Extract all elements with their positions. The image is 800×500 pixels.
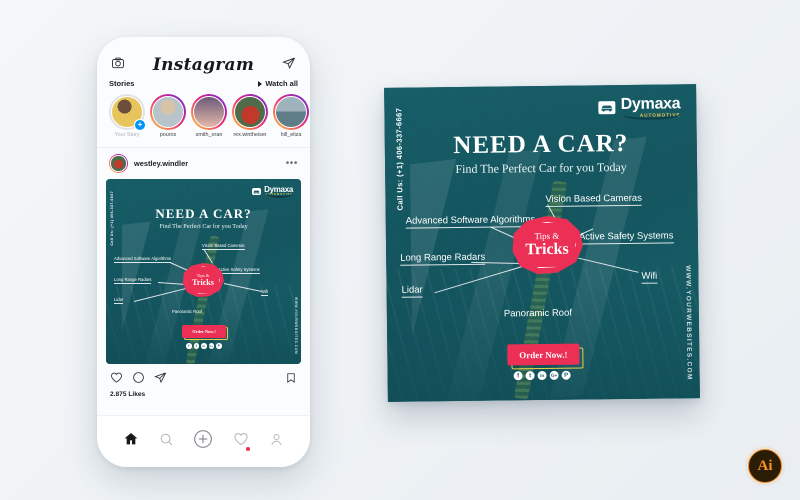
activity-icon[interactable] [233,431,251,452]
story-item-your-story[interactable]: + Your Story [109,94,146,138]
story-item-rex-wintheiser[interactable]: rex.wintheiser [232,94,268,138]
cta-container: Order Now.! [182,325,228,340]
stories-header: Stories Watch all [109,79,298,88]
likes-count: 2.875 Likes [110,391,146,398]
twitter-icon[interactable]: t [525,371,535,381]
story-name: rex.wintheiser [233,132,267,138]
phone-screen: Instagram Stories Watch all + Your Story… [97,37,310,467]
label-vision-based-cameras: Vision Based Cameras [545,192,643,207]
label-lidar: Lidar [401,284,423,298]
notification-dot [246,447,251,451]
bookmark-icon[interactable] [285,371,297,389]
social-icons: f t in G+ P [186,343,222,349]
watch-all-label: Watch all [265,79,298,88]
story-name: hill_eliza [280,132,302,138]
instagram-header: Instagram [97,37,310,75]
post-actions [97,364,310,391]
poster-large: Call Us: (+1) 406-337-6667 WWW.YOURWEBSI… [384,84,700,402]
label-lidar: Lidar [114,297,124,304]
label-long-range-radars: Long Range Radars [400,251,486,266]
label-wifi: Wifi [261,289,268,296]
social-icons: f t in G+ P [513,370,571,381]
label-wifi: Wifi [641,270,658,284]
brand-name: Dymaxa [620,95,681,114]
pinterest-icon[interactable]: P [561,370,571,380]
post-media[interactable]: Call Us: (+1) 406-337-6667 WWW.YOURWEBSI… [106,179,301,364]
heart-icon[interactable] [110,371,123,389]
label-panoramic-roof: Panoramic Roof [172,309,203,314]
avatar[interactable] [109,154,128,173]
play-triangle-icon [258,80,263,87]
car-icon [598,101,616,115]
badge-line-2: Tricks [525,240,569,259]
label-active-safety-systems: Active Safety Systems [578,230,674,245]
add-story-icon[interactable]: + [134,119,146,131]
watch-all-button[interactable]: Watch all [258,79,298,88]
story-avatar [152,96,184,128]
label-panoramic-roof: Panoramic Roof [503,307,573,320]
stories-label: Stories [109,79,135,88]
label-vision-based-cameras: Vision Based Cameras [202,243,245,250]
label-advanced-software-algorithms: Advanced Software Algorithms [114,256,172,263]
story-name: Your Story [114,132,140,138]
googleplus-icon[interactable]: G+ [549,370,559,380]
comment-icon[interactable] [132,371,145,389]
pinterest-icon[interactable]: P [216,343,222,349]
share-icon[interactable] [154,371,167,389]
story-ring [232,94,268,130]
story-item-smith-oran[interactable]: smith_oran [191,94,227,138]
search-icon[interactable] [159,432,174,452]
website-vertical: WWW.YOURWEBSITES.COM [294,296,298,354]
linkedin-icon[interactable]: in [201,343,207,349]
phone-mockup: Instagram Stories Watch all + Your Story… [97,37,310,467]
story-ring: + [109,94,146,131]
story-ring [191,94,227,130]
facebook-icon[interactable]: f [513,371,523,381]
story-ring [273,94,309,130]
instagram-logo: Instagram [152,55,255,75]
story-ring [150,94,186,130]
facebook-icon[interactable]: f [186,343,192,349]
order-now-button[interactable]: Order Now.! [507,343,580,366]
story-avatar [275,96,307,128]
brand-logo: Dymaxa AUTOMOTIVE [598,95,681,120]
badge-line-2: Tricks [192,278,214,287]
bottom-navigation [97,415,310,467]
poster-title: NEED A CAR? [453,129,629,160]
poster-title: NEED A CAR? [155,206,252,221]
poster-subtitle: Find The Perfect Car for you Today [159,223,248,230]
story-name: pouros [159,132,177,138]
stories-section: Stories Watch all + Your Story pouros sm… [97,73,310,142]
order-now-button[interactable]: Order Now.! [182,325,226,338]
post-more-icon[interactable]: ••• [286,158,298,168]
adobe-illustrator-badge: Ai [748,449,782,483]
story-avatar [193,96,225,128]
car-icon [252,187,262,195]
linkedin-icon[interactable]: in [537,370,547,381]
label-advanced-software-algorithms: Advanced Software Algorithms [405,214,536,229]
camera-icon[interactable] [111,56,125,75]
cta-container: Order Now.! [507,343,584,370]
googleplus-icon[interactable]: G+ [208,343,214,349]
twitter-icon[interactable]: t [193,343,199,349]
paper-plane-icon[interactable] [282,56,296,75]
story-item-hill-eliza[interactable]: hill_eliza [273,94,309,138]
profile-icon[interactable] [269,432,284,452]
website-vertical: WWW.YOURWEBSITES.COM [684,264,693,381]
label-active-safety-systems: Active Safety Systems [218,267,260,274]
add-post-icon[interactable] [193,429,213,454]
story-item-pouros[interactable]: pouros [150,94,186,138]
post-header: westley.windler ••• [97,148,310,179]
stories-list: + Your Story pouros smith_oran rex.winth… [109,94,309,138]
home-icon[interactable] [123,431,139,452]
label-long-range-radars: Long Range Radars [114,277,152,284]
post-username[interactable]: westley.windler [134,159,280,168]
badge-line-1: Tips & [534,230,560,242]
story-avatar [234,96,266,128]
story-name: smith_oran [195,132,223,138]
brand-logo: Dymaxa AUTOMOTIVE [252,186,293,198]
poster-small: Call Us: (+1) 406-337-6667 WWW.YOURWEBSI… [106,179,301,364]
